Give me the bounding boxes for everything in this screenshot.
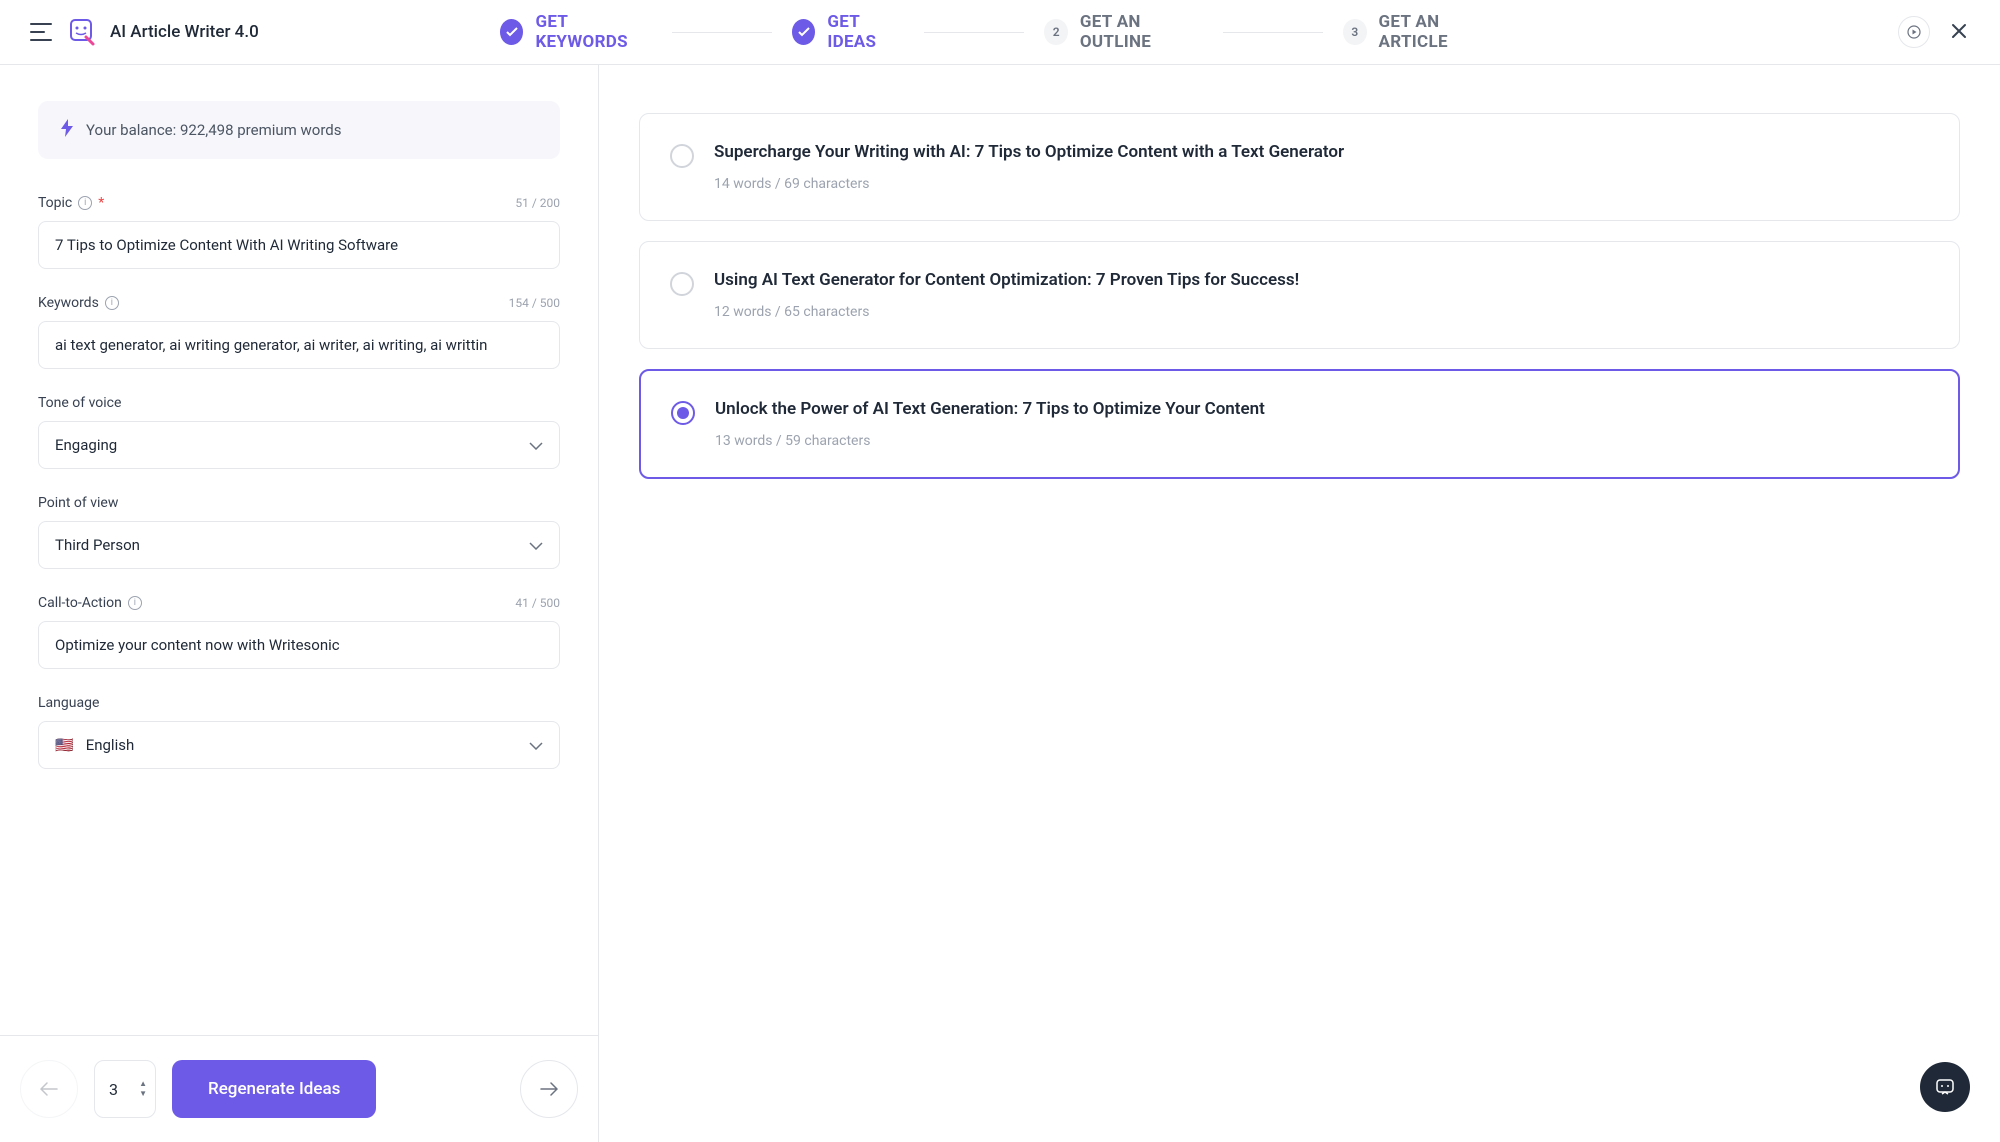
content-area: Supercharge Your Writing with AI: 7 Tips…	[599, 65, 2000, 1142]
step-divider	[924, 32, 1024, 33]
keywords-label: Keywords i	[38, 295, 119, 311]
cta-label: Call-to-Action i	[38, 595, 142, 611]
progress-steps: GET KEYWORDS GET IDEAS 2 GET AN OUTLINE …	[500, 12, 1500, 52]
quantity-stepper[interactable]: 3 ▲ ▼	[94, 1060, 156, 1118]
radio-unchecked-icon[interactable]	[670, 144, 694, 168]
chat-fab[interactable]	[1920, 1062, 1970, 1112]
stepper-down-icon[interactable]: ▼	[139, 1090, 147, 1098]
step-article[interactable]: 3 GET AN ARTICLE	[1343, 12, 1500, 52]
topic-char-count: 51 / 200	[515, 196, 560, 210]
pov-value: Third Person	[55, 536, 140, 554]
idea-meta: 12 words / 65 characters	[714, 304, 1299, 320]
step-label: GET IDEAS	[827, 12, 904, 52]
cta-char-count: 41 / 500	[515, 596, 560, 610]
info-icon[interactable]: i	[128, 596, 142, 610]
tone-select[interactable]: Engaging	[38, 421, 560, 469]
step-keywords[interactable]: GET KEYWORDS	[500, 12, 652, 52]
keywords-input[interactable]	[38, 321, 560, 369]
step-divider	[672, 32, 772, 33]
topic-label: Topic i *	[38, 195, 104, 211]
info-icon[interactable]: i	[105, 296, 119, 310]
idea-card[interactable]: Using AI Text Generator for Content Opti…	[639, 241, 1960, 349]
stepper-value: 3	[109, 1080, 131, 1099]
app-logo-icon	[66, 17, 96, 47]
idea-meta: 13 words / 59 characters	[715, 433, 1265, 449]
language-label: Language	[38, 695, 99, 711]
tone-label: Tone of voice	[38, 395, 121, 411]
sidebar: Your balance: 922,498 premium words Topi…	[0, 65, 599, 1142]
app-title: AI Article Writer 4.0	[110, 22, 259, 42]
radio-checked-icon[interactable]	[671, 401, 695, 425]
idea-card-selected[interactable]: Unlock the Power of AI Text Generation: …	[639, 369, 1960, 479]
step-divider	[1223, 32, 1323, 33]
idea-title: Supercharge Your Writing with AI: 7 Tips…	[714, 142, 1344, 162]
stepper-up-icon[interactable]: ▲	[139, 1080, 147, 1088]
idea-meta: 14 words / 69 characters	[714, 176, 1344, 192]
language-value: English	[86, 736, 135, 754]
play-button[interactable]	[1898, 16, 1930, 48]
sidebar-footer: 3 ▲ ▼ Regenerate Ideas	[0, 1035, 598, 1142]
pov-group: Point of view Third Person	[38, 495, 560, 569]
tone-group: Tone of voice Engaging	[38, 395, 560, 469]
tone-value: Engaging	[55, 436, 117, 454]
cta-group: Call-to-Action i 41 / 500	[38, 595, 560, 669]
header-right	[1898, 16, 1970, 48]
language-group: Language 🇺🇸 English	[38, 695, 560, 769]
cta-input[interactable]	[38, 621, 560, 669]
step-label: GET AN OUTLINE	[1080, 12, 1203, 52]
step-number: 2	[1044, 19, 1067, 45]
chevron-down-icon	[529, 436, 543, 454]
idea-title: Unlock the Power of AI Text Generation: …	[715, 399, 1265, 419]
topic-input[interactable]	[38, 221, 560, 269]
step-label: GET KEYWORDS	[535, 12, 652, 52]
flag-icon: 🇺🇸	[55, 736, 74, 754]
idea-title: Using AI Text Generator for Content Opti…	[714, 270, 1299, 290]
idea-card[interactable]: Supercharge Your Writing with AI: 7 Tips…	[639, 113, 1960, 221]
close-button[interactable]	[1950, 22, 1970, 42]
keywords-char-count: 154 / 500	[509, 296, 560, 310]
menu-icon[interactable]	[30, 23, 52, 41]
step-outline[interactable]: 2 GET AN OUTLINE	[1044, 12, 1203, 52]
required-mark: *	[98, 195, 104, 211]
pov-select[interactable]: Third Person	[38, 521, 560, 569]
pov-label: Point of view	[38, 495, 118, 511]
check-icon	[792, 19, 815, 45]
app-header: AI Article Writer 4.0 GET KEYWORDS GET I…	[0, 0, 2000, 65]
balance-card: Your balance: 922,498 premium words	[38, 101, 560, 159]
keywords-group: Keywords i 154 / 500	[38, 295, 560, 369]
step-number: 3	[1343, 19, 1366, 45]
prev-button[interactable]	[20, 1060, 78, 1118]
header-left: AI Article Writer 4.0	[30, 17, 259, 47]
info-icon[interactable]: i	[78, 196, 92, 210]
bolt-icon	[60, 119, 74, 141]
step-label: GET AN ARTICLE	[1379, 12, 1500, 52]
topic-group: Topic i * 51 / 200	[38, 195, 560, 269]
radio-unchecked-icon[interactable]	[670, 272, 694, 296]
sidebar-content: Your balance: 922,498 premium words Topi…	[0, 65, 598, 1035]
next-button[interactable]	[520, 1060, 578, 1118]
main-area: Your balance: 922,498 premium words Topi…	[0, 65, 2000, 1142]
balance-text: Your balance: 922,498 premium words	[86, 121, 341, 139]
regenerate-button[interactable]: Regenerate Ideas	[172, 1060, 376, 1118]
language-select[interactable]: 🇺🇸 English	[38, 721, 560, 769]
chevron-down-icon	[529, 736, 543, 754]
check-icon	[500, 19, 523, 45]
chevron-down-icon	[529, 536, 543, 554]
step-ideas[interactable]: GET IDEAS	[792, 12, 905, 52]
